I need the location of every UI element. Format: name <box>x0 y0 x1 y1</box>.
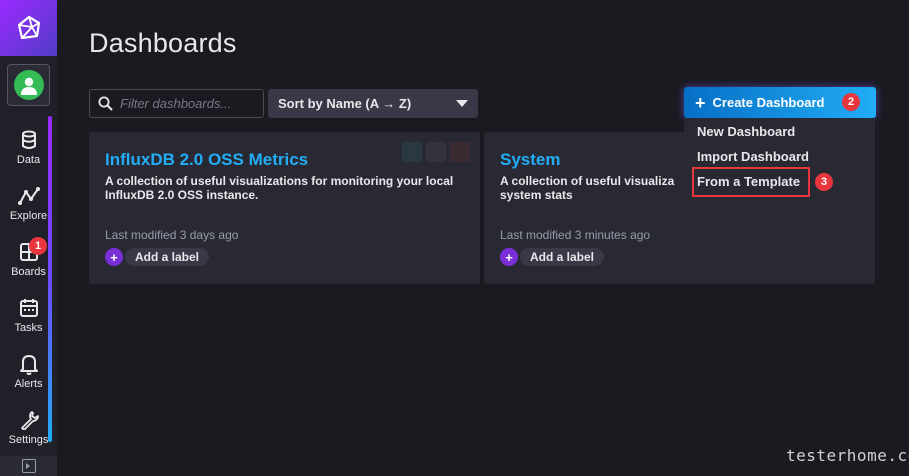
sidebar-item-boards[interactable]: Boards <box>0 234 57 286</box>
search-icon <box>98 96 113 111</box>
sidebar: Data Explore Boards Tasks Alerts Setting… <box>0 0 57 476</box>
card-actions <box>402 142 470 162</box>
menu-item-import-dashboard[interactable]: Import Dashboard <box>697 149 809 164</box>
sidebar-item-label: Data <box>16 154 41 166</box>
search-box[interactable] <box>89 89 264 118</box>
sidebar-item-label: Settings <box>8 434 49 446</box>
sidebar-item-settings[interactable]: Settings <box>0 402 57 454</box>
dashboard-description: A collection of useful visualiza system … <box>500 174 674 202</box>
sort-dropdown[interactable]: Sort by Name (A → Z) <box>268 89 478 118</box>
watermark: testerhome.com <box>786 446 909 465</box>
sidebar-item-label: Tasks <box>14 322 43 334</box>
calendar-icon <box>17 296 41 320</box>
sort-label: Sort by Name (A → Z) <box>278 96 412 111</box>
add-label-plus-icon[interactable]: + <box>105 248 123 266</box>
annotation-badge: 1 <box>29 237 47 255</box>
create-dashboard-label: Create Dashboard <box>712 95 825 110</box>
influxdb-logo[interactable] <box>0 0 57 56</box>
annotation-highlight <box>692 167 810 197</box>
add-label-button[interactable]: Add a label <box>520 248 605 266</box>
influxdb-logo-icon <box>17 15 40 40</box>
sidebar-item-explore[interactable]: Explore <box>0 178 57 230</box>
avatar <box>13 70 44 100</box>
label-row: + Add a label <box>500 248 605 266</box>
description-line: A collection of useful visualizations fo… <box>105 174 454 188</box>
menu-item-new-dashboard[interactable]: New Dashboard <box>697 124 795 139</box>
sidebar-item-label: Alerts <box>14 378 43 390</box>
user-icon <box>20 77 37 95</box>
clone-icon[interactable] <box>426 142 446 162</box>
last-modified: Last modified 3 minutes ago <box>500 228 651 242</box>
dashboard-title[interactable]: System <box>500 150 560 170</box>
graph-icon <box>17 184 41 208</box>
sidebar-item-tasks[interactable]: Tasks <box>0 290 57 342</box>
sidebar-item-alerts[interactable]: Alerts <box>0 346 57 398</box>
description-line: system stats <box>500 188 573 202</box>
user-avatar-button[interactable] <box>7 64 50 106</box>
sidebar-collapse-button[interactable] <box>0 456 57 476</box>
annotation-badge: 2 <box>842 93 860 111</box>
sidebar-item-label: Explore <box>9 210 48 222</box>
dashboard-card: InfluxDB 2.0 OSS Metrics A collection of… <box>89 132 480 284</box>
add-label-button[interactable]: Add a label <box>125 248 210 266</box>
description-line: A collection of useful visualiza <box>500 174 675 188</box>
search-input[interactable] <box>120 96 260 111</box>
collapse-icon <box>21 459 36 473</box>
gear-icon[interactable] <box>402 142 422 162</box>
wrench-icon <box>17 408 41 432</box>
plus-icon: + <box>695 92 706 113</box>
database-icon <box>17 128 41 152</box>
sidebar-item-data[interactable]: Data <box>0 122 57 174</box>
add-label-plus-icon[interactable]: + <box>500 248 518 266</box>
bell-icon <box>17 352 41 376</box>
last-modified: Last modified 3 days ago <box>105 228 239 242</box>
page-title: Dashboards <box>89 28 237 58</box>
description-line: InfluxDB 2.0 OSS instance. <box>105 188 259 202</box>
annotation-badge: 3 <box>815 173 833 191</box>
caret-down-icon <box>456 100 468 107</box>
label-row: + Add a label <box>105 248 210 266</box>
sidebar-item-label: Boards <box>11 266 46 278</box>
dashboard-description: A collection of useful visualizations fo… <box>105 174 453 202</box>
dashboard-title[interactable]: InfluxDB 2.0 OSS Metrics <box>105 150 308 170</box>
trash-icon[interactable] <box>450 142 470 162</box>
